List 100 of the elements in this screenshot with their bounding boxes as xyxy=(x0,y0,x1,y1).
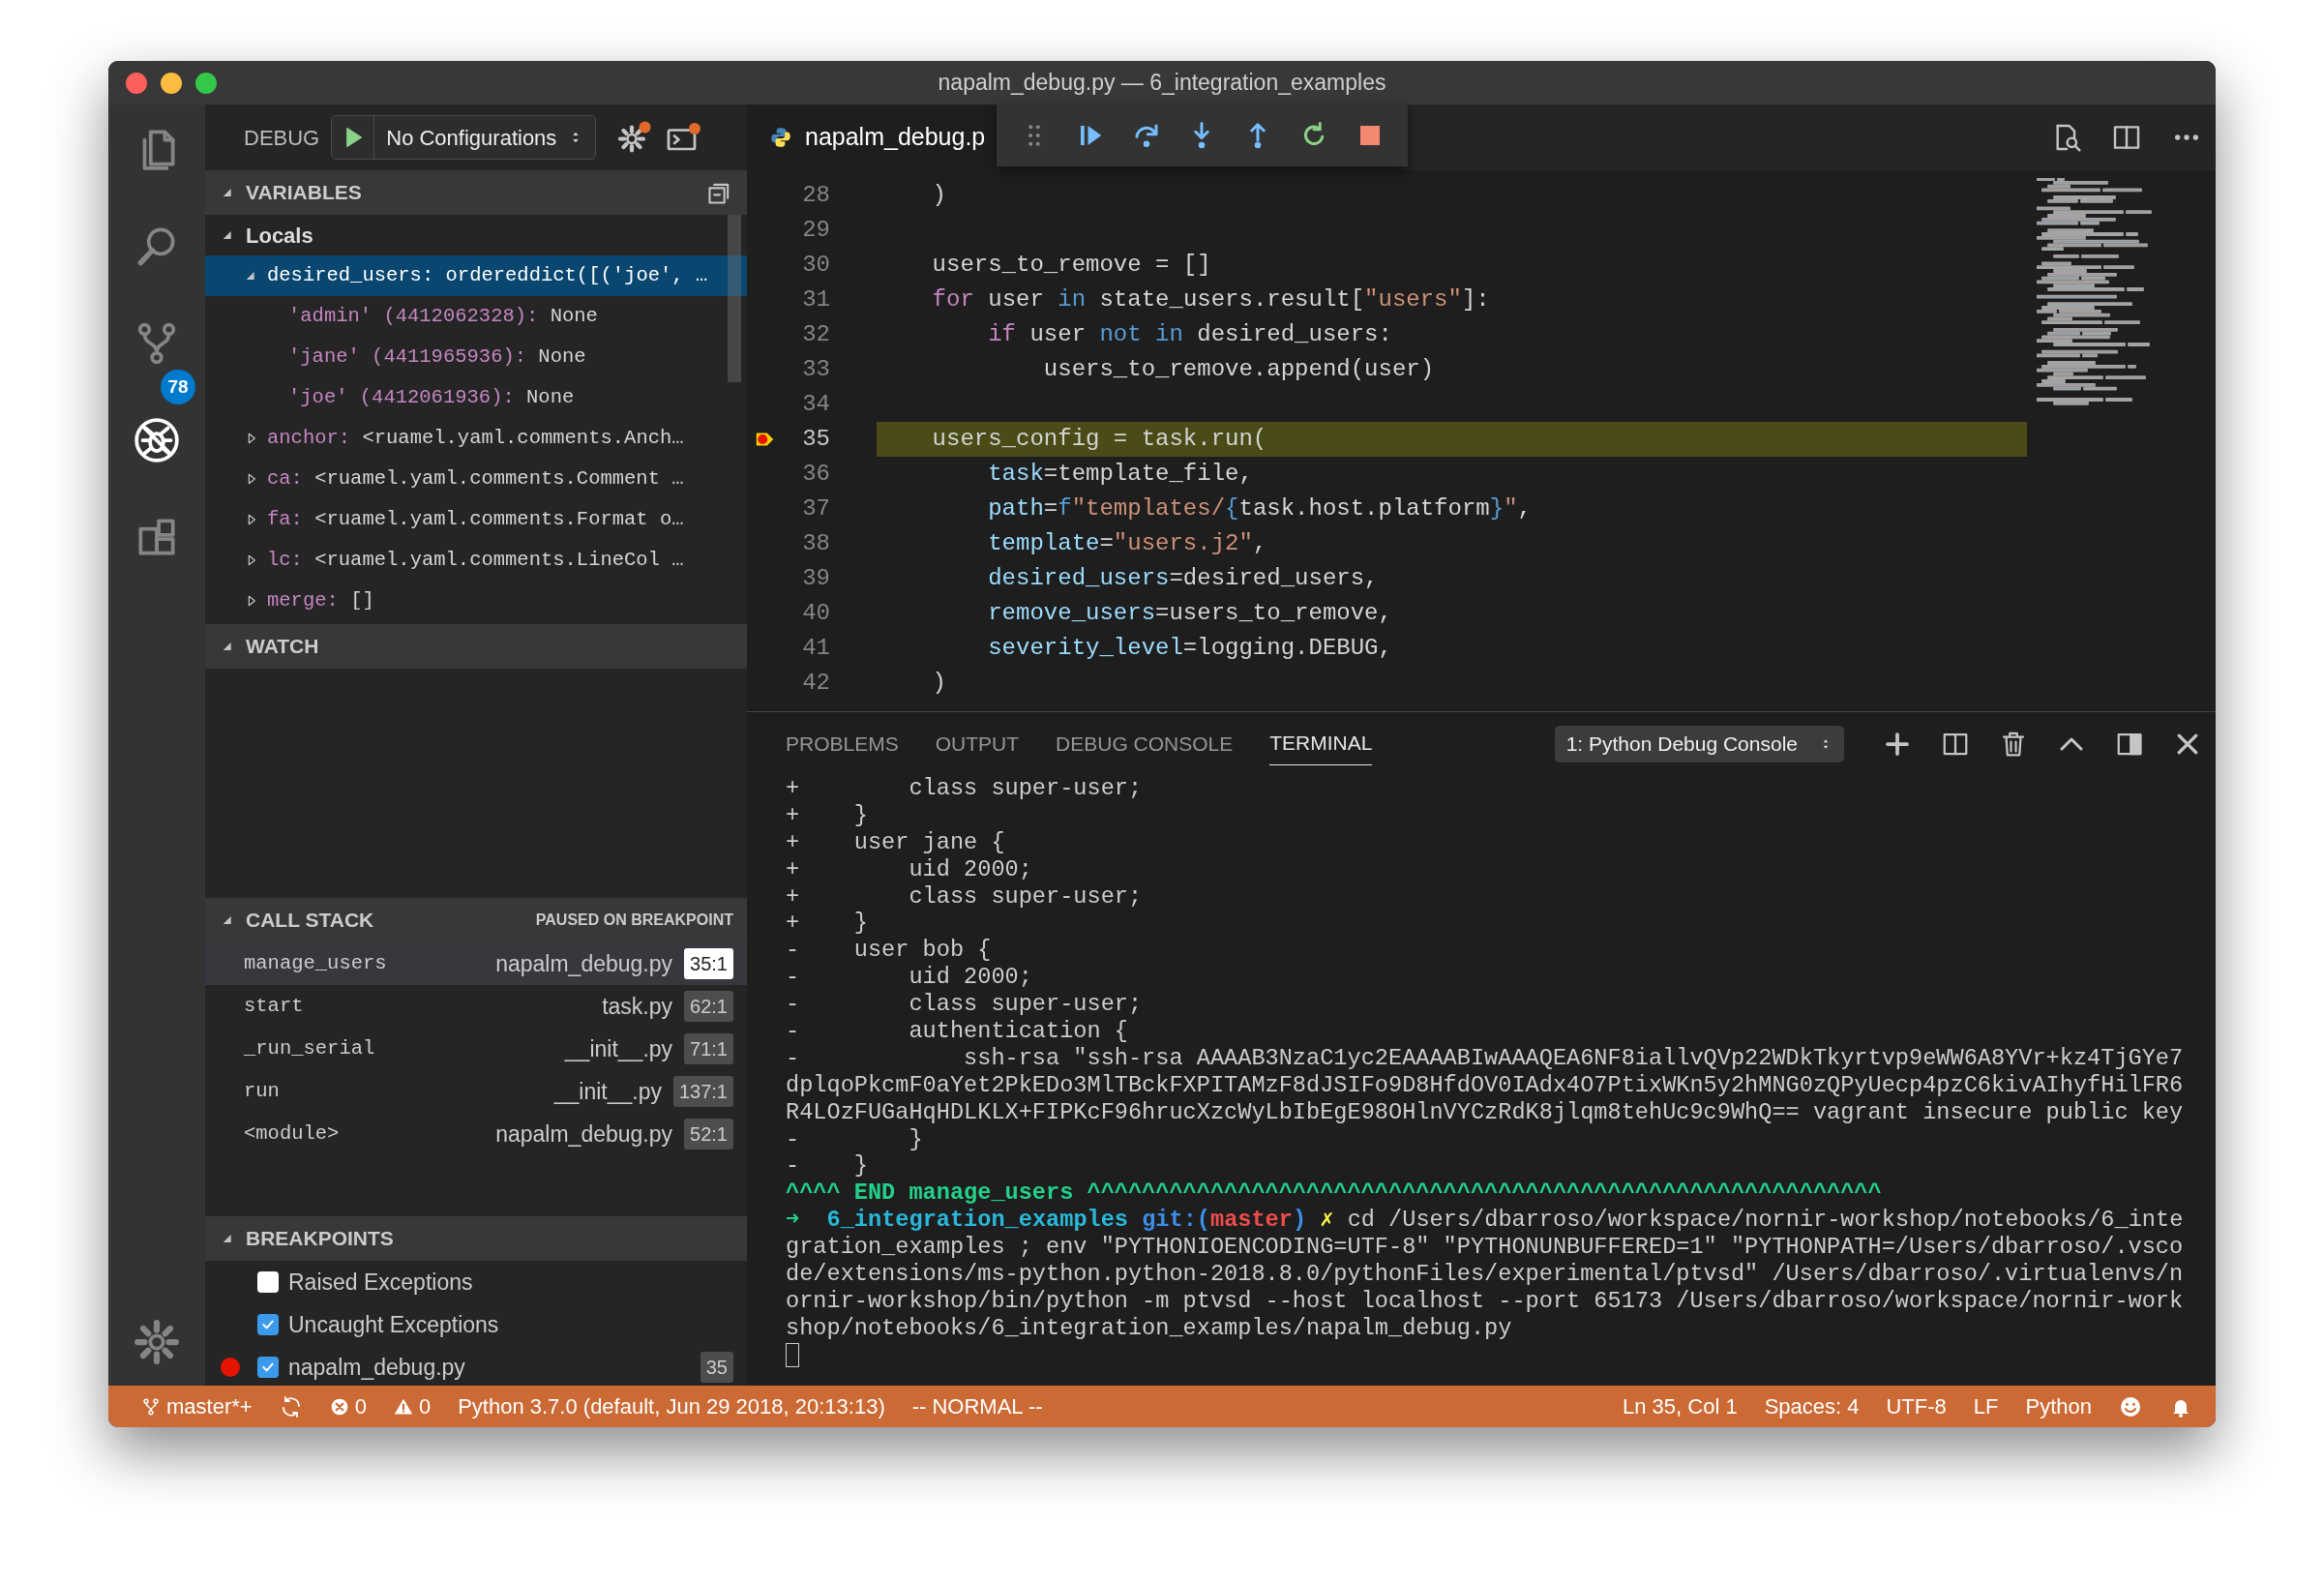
code-line: severity_level=logging.DEBUG, xyxy=(987,634,1393,663)
line-number: 30 xyxy=(801,251,830,280)
line-number: 37 xyxy=(801,494,830,523)
code-line: if user not in desired_users: xyxy=(987,320,1393,349)
function-name: _run_serial xyxy=(244,1035,375,1061)
code-line: template="users.j2", xyxy=(987,529,1268,558)
section-title: VARIABLES xyxy=(246,180,362,206)
terminal-line: - user bob { xyxy=(786,937,993,965)
terminal-line: ornir-workshop/bin/python -m ptvsd --host localhost --port 65173 /Users/dbarroso/workspace/nornir-work xyxy=(786,1287,2185,1315)
problems-count[interactable]: 0 xyxy=(315,1386,380,1427)
gear-icon[interactable] xyxy=(617,120,653,155)
problems-count[interactable]: 0 xyxy=(379,1386,445,1427)
function-name: manage_users xyxy=(244,950,387,976)
terminal-dropdown[interactable]: 1: Python Debug Console xyxy=(1554,725,1844,762)
zoom-window-button[interactable] xyxy=(195,72,217,94)
checkbox[interactable] xyxy=(257,1314,279,1335)
file-name: __init__.py xyxy=(564,1034,673,1063)
variable-entry[interactable]: fa: <ruamel.yaml.comments.Format o… xyxy=(267,504,684,535)
terminal-line: shop/notebooks/6_integration_examples/napalm_debug.py xyxy=(786,1314,1513,1342)
code-line: ) xyxy=(931,669,947,698)
line-number: 41 xyxy=(801,634,830,663)
line-number: 31 xyxy=(801,285,830,314)
terminal-line: + } xyxy=(786,801,869,829)
code-line: users_to_remove = [] xyxy=(931,251,1212,280)
line-number-badge: 35 xyxy=(700,1352,733,1383)
function-name: <module> xyxy=(244,1120,340,1147)
code-line: for user in state_users.result["users"]: xyxy=(931,285,1491,314)
panel-tab[interactable]: DEBUG CONSOLE xyxy=(1056,722,1234,765)
terminal-line: R4LOzFUGaHqHDLKLX+FIPKcF96hrucXzcWyLbIbEgE98OHlnVYCzRdK8jlqm8tehUc9c9WhQ== vagrant insecure public key xyxy=(786,1098,2185,1126)
smiley-icon[interactable] xyxy=(2119,1394,2142,1419)
checkbox[interactable] xyxy=(257,1357,279,1378)
status-item[interactable]: Ln 35, Col 1 xyxy=(1609,1386,1751,1427)
scrollbar[interactable] xyxy=(728,215,741,382)
configuration-dropdown[interactable]: No Configurations xyxy=(374,116,596,159)
code-line: task=template_file, xyxy=(987,460,1254,489)
variable-entry[interactable]: ca: <ruamel.yaml.comments.Comment … xyxy=(267,463,684,494)
terminal-cursor xyxy=(786,1342,799,1367)
debug-status: PAUSED ON BREAKPOINT xyxy=(535,911,733,930)
code-line: remove_users=users_to_remove, xyxy=(987,599,1393,628)
variable-entry[interactable]: 'joe' (4412061936): None xyxy=(288,382,575,413)
status-item[interactable]: Python 3.7.0 (default, Jun 29 2018, 20:13:13) xyxy=(444,1386,899,1427)
line-position: 52:1 xyxy=(684,1119,733,1150)
variable-entry[interactable]: anchor: <ruamel.yaml.comments.Anch… xyxy=(267,423,684,454)
line-number: 33 xyxy=(801,355,830,384)
line-number: 32 xyxy=(801,320,830,349)
section-title: WATCH xyxy=(246,634,319,660)
stack-frame[interactable]: start task.py 62:1 xyxy=(205,985,747,1028)
terminal-line: gration_examples ; env "PYTHONIOENCODING=UTF-8" "PYTHONUNBUFFERED=1" "PYTHONPATH=/Users/dbarroso/.vsco xyxy=(786,1234,2185,1262)
line-number: 29 xyxy=(801,216,830,245)
status-item[interactable]: UTF-8 xyxy=(1872,1386,1960,1427)
line-number: 34 xyxy=(801,390,830,419)
line-position: 62:1 xyxy=(684,991,733,1022)
line-position: 71:1 xyxy=(684,1033,733,1064)
terminal-line: + uid 2000; xyxy=(786,855,1033,883)
status-item[interactable]: -- NORMAL -- xyxy=(898,1386,1057,1427)
status-item[interactable]: Python xyxy=(2011,1386,2105,1427)
line-number: 42 xyxy=(801,669,830,698)
terminal-line: - class super-user; xyxy=(786,991,1144,1018)
terminal-line: ➜ 6_integration_examples git:(master) ✗ cd /Users/dbarroso/workspace/nornir-workshop/notebooks/6_inte xyxy=(786,1207,2185,1235)
breakpoint-label: napalm_debug.py xyxy=(288,1353,465,1382)
count-badge: 78 xyxy=(161,370,195,404)
status-item[interactable]: Spaces: 4 xyxy=(1750,1386,1873,1427)
terminal-line: + } xyxy=(786,910,869,938)
scope-label[interactable]: Locals xyxy=(246,219,313,252)
variable-entry[interactable]: lc: <ruamel.yaml.comments.LineCol … xyxy=(267,545,684,576)
stack-frame[interactable]: <module> napalm_debug.py 52:1 xyxy=(205,1113,747,1155)
file-name: __init__.py xyxy=(553,1077,662,1106)
editor-tab[interactable]: napalm_debug.p xyxy=(747,105,997,170)
line-number: 38 xyxy=(801,529,830,558)
stack-frame[interactable]: _run_serial __init__.py 71:1 xyxy=(205,1028,747,1070)
checkbox[interactable] xyxy=(257,1271,279,1293)
variable-entry[interactable]: 'jane' (4411965936): None xyxy=(288,342,586,373)
stack-frame[interactable]: run __init__.py 137:1 xyxy=(205,1070,747,1113)
breakpoint-label: Raised Exceptions xyxy=(288,1268,473,1297)
code-line: desired_users=desired_users, xyxy=(987,564,1380,593)
terminal-line: - } xyxy=(786,1125,924,1153)
crossed-bug-icon[interactable] xyxy=(133,416,181,464)
close-window-button[interactable] xyxy=(126,72,147,94)
settings-icon[interactable] xyxy=(133,1318,181,1366)
minimize-window-button[interactable] xyxy=(161,72,182,94)
terminal-line: - uid 2000; xyxy=(786,964,1033,992)
branch-button[interactable]: master*+ xyxy=(128,1386,266,1427)
status-item[interactable]: LF xyxy=(1959,1386,2012,1427)
code-line: users_to_remove.append(user) xyxy=(1042,355,1436,384)
stack-frame[interactable]: manage_users napalm_debug.py 35:1 xyxy=(205,942,747,985)
variable-entry[interactable]: merge: [] xyxy=(267,585,374,616)
panel-tab[interactable]: OUTPUT xyxy=(935,722,1020,765)
line-number: 28 xyxy=(801,181,830,210)
terminal-line: - ssh-rsa "ssh-rsa AAAAB3NzaC1yc2EAAAABIwAAAQEA6NF8iallvQVp22WDkTkyrtvp9eWW6A8YVr+kz4TjGYe7 xyxy=(786,1044,2185,1072)
function-name: start xyxy=(244,993,304,1019)
variable-entry[interactable]: 'admin' (4412062328): None xyxy=(288,301,598,332)
file-name: napalm_debug.py xyxy=(495,949,673,978)
terminal-line: - authentication { xyxy=(786,1018,1129,1045)
terminal-line: dplqoPkcmF0aYet2PkEDo3MlTBckFXPITAMzF8dJSIFo9D8HfdOV0IAdx4O7PtixWKn5y2hMNG0zQPyUecp4pzC6kivAIhyfHilFR6 xyxy=(786,1071,2185,1099)
line-number: 40 xyxy=(801,599,830,628)
terminal-line: ^^^^ END manage_users ^^^^^^^^^^^^^^^^^^^^^^^^^^^^^^^^^^^^^^^^^^^^^^^^^^^^^^^^^^ xyxy=(786,1180,1883,1208)
panel-tab[interactable]: TERMINAL xyxy=(1269,722,1373,765)
section-title: CALL STACK xyxy=(246,908,374,934)
terminal-line: - } xyxy=(786,1152,869,1180)
panel-tab[interactable]: PROBLEMS xyxy=(786,722,899,765)
